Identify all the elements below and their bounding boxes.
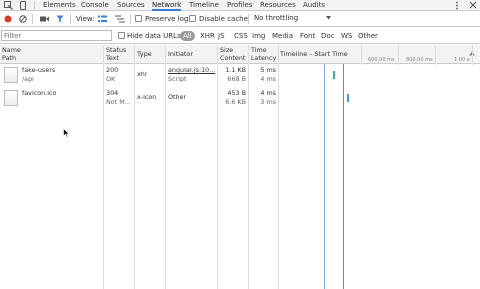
column-header-size[interactable]: Size Content xyxy=(220,46,245,62)
tab-divider xyxy=(34,1,35,10)
request-latency: 4 ms xyxy=(260,75,276,83)
network-toolbar: View: Preserve log Disable cache No thro… xyxy=(0,11,480,27)
timeline-grid-line xyxy=(472,45,473,65)
timeline-tick-label: 600.00 ms xyxy=(368,57,395,63)
preserve-log-checkbox[interactable] xyxy=(135,15,142,22)
toolbar-divider xyxy=(130,14,131,24)
toolbar-divider xyxy=(32,14,33,24)
disable-cache-label: Disable cache xyxy=(199,15,248,23)
capture-screenshots-icon[interactable] xyxy=(40,16,49,22)
chevron-down-icon xyxy=(326,16,331,20)
table-row[interactable]: favicon.ico 304 Not M... x-icon Other 45… xyxy=(0,88,480,111)
status-header-label: Status xyxy=(106,46,127,54)
tab-sources[interactable]: Sources xyxy=(117,0,145,11)
request-name: favicon.ico xyxy=(22,89,57,97)
size-header-label: Size xyxy=(220,46,234,54)
latency-header-label: Latency xyxy=(251,54,277,62)
timeline-tick-label: 1.00 s xyxy=(454,57,470,63)
request-size: 453 B xyxy=(227,89,246,97)
preserve-log-label: Preserve log xyxy=(145,15,189,23)
tab-console[interactable]: Console xyxy=(81,0,109,11)
filter-input[interactable] xyxy=(1,30,112,41)
throttling-value: No throttling xyxy=(254,14,299,22)
column-header-initiator[interactable]: Initiator xyxy=(168,50,193,58)
filter-type-css[interactable]: CSS xyxy=(234,31,248,41)
record-icon[interactable] xyxy=(4,15,12,23)
path-header-label: Path xyxy=(2,54,17,62)
tab-profiles[interactable]: Profiles xyxy=(227,0,252,11)
hide-data-urls-label: Hide data URLs xyxy=(127,32,181,40)
filter-type-doc[interactable]: Doc xyxy=(321,31,335,41)
filter-type-font[interactable]: Font xyxy=(300,31,315,41)
timeline-tick-label: 800.00 ms xyxy=(406,57,433,63)
devtools-tab-bar: Elements Console Sources Network Timelin… xyxy=(0,0,480,11)
disable-cache-checkbox[interactable] xyxy=(189,15,196,22)
column-header-name[interactable]: Name Path xyxy=(2,46,21,62)
waterfall-bar[interactable] xyxy=(347,94,349,102)
device-mode-icon[interactable] xyxy=(20,1,26,10)
filter-type-xhr[interactable]: XHR xyxy=(200,31,215,41)
initiator-link[interactable]: angular.js:10... xyxy=(168,66,216,75)
large-rows-icon[interactable] xyxy=(98,15,107,23)
tab-timeline[interactable]: Timeline xyxy=(189,0,219,11)
filter-type-all[interactable]: All xyxy=(180,31,195,41)
request-time: 4 ms xyxy=(260,89,276,97)
time-header-label: Time xyxy=(251,46,267,54)
filter-type-ws[interactable]: WS xyxy=(341,31,352,41)
toolbar-divider xyxy=(248,14,249,24)
view-label: View: xyxy=(76,15,95,23)
timeline-grid-line xyxy=(361,45,362,65)
initiator-type: Other xyxy=(168,93,187,101)
name-header-label: Name xyxy=(2,46,21,54)
filter-type-img[interactable]: Img xyxy=(252,31,265,41)
overview-icon[interactable] xyxy=(115,15,125,23)
inspect-element-icon[interactable] xyxy=(4,1,13,10)
filter-bar: Hide data URLs All XHR JS CSS Img Media … xyxy=(0,28,480,44)
tab-audits[interactable]: Audits xyxy=(303,0,325,11)
request-status-text: OK xyxy=(106,75,116,83)
column-header-status[interactable]: Status Text xyxy=(106,46,126,62)
request-path: /api xyxy=(22,75,34,83)
toolbar-divider xyxy=(70,14,71,24)
throttling-select[interactable]: No throttling xyxy=(254,13,332,24)
column-header-type[interactable]: Type xyxy=(137,50,152,58)
timeline-grid-line xyxy=(398,45,399,65)
tab-resources[interactable]: Resources xyxy=(260,0,296,11)
filter-funnel-icon[interactable] xyxy=(56,15,64,23)
request-size: 1.1 KB xyxy=(225,66,246,74)
filter-type-media[interactable]: Media xyxy=(272,31,293,41)
more-options-icon[interactable] xyxy=(455,1,459,10)
waterfall-bar[interactable] xyxy=(333,71,335,79)
request-type: xhr xyxy=(137,70,148,78)
request-status: 304 xyxy=(106,89,119,97)
request-content-size: 6.6 KB xyxy=(225,98,246,106)
request-status-text: Not M... xyxy=(106,98,131,106)
tab-elements[interactable]: Elements xyxy=(43,0,76,11)
timeline-grid-line xyxy=(435,45,436,65)
clear-icon[interactable] xyxy=(19,15,27,23)
request-status: 200 xyxy=(106,66,119,74)
request-name: fake-users xyxy=(22,66,56,74)
column-header-time[interactable]: Time Latency xyxy=(251,46,276,62)
hide-data-urls-checkbox[interactable] xyxy=(118,32,125,39)
filter-type-js[interactable]: JS xyxy=(218,31,225,41)
mouse-cursor-icon xyxy=(63,128,70,138)
table-row[interactable]: fake-users /api 200 OK xhr angular.js:10… xyxy=(0,65,480,88)
text-header-label: Text xyxy=(106,54,119,62)
tab-network[interactable]: Network xyxy=(152,0,182,11)
file-icon xyxy=(4,67,18,83)
request-latency: 3 ms xyxy=(260,98,276,106)
content-header-label: Content xyxy=(220,54,246,62)
initiator-type: Script xyxy=(168,75,187,83)
filter-type-other[interactable]: Other xyxy=(358,31,378,41)
file-icon xyxy=(4,90,18,106)
request-time: 5 ms xyxy=(260,66,276,74)
column-header-timeline[interactable]: Timeline – Start Time xyxy=(280,50,348,58)
close-devtools-icon[interactable] xyxy=(469,1,477,9)
request-type: x-icon xyxy=(137,93,157,101)
request-content-size: 668 B xyxy=(227,75,246,83)
